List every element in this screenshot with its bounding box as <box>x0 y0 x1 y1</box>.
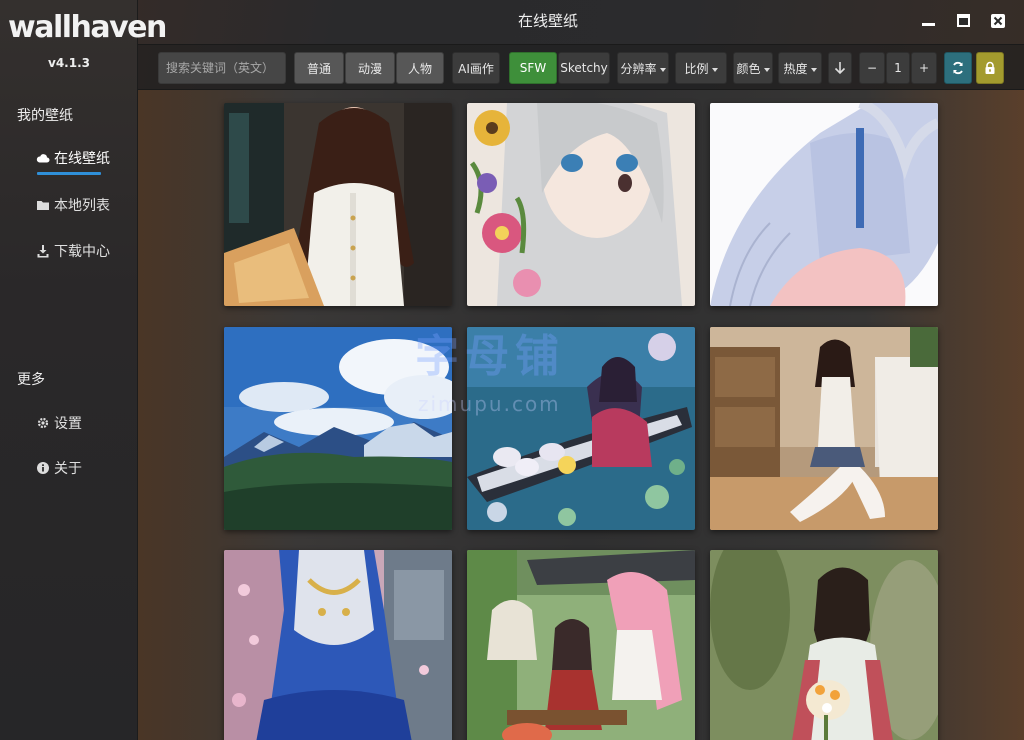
app-logo: wallhaven <box>8 10 167 45</box>
toolbar: 普通 动漫 人物 AI画作 SFW Sketchy 分辨率 比例 颜色 热度 −… <box>138 44 1024 90</box>
window-title: 在线壁纸 <box>517 12 578 30</box>
refresh-icon <box>953 61 963 75</box>
refresh-button[interactable] <box>944 52 972 84</box>
sort-dropdown[interactable]: 热度 <box>778 52 822 84</box>
sidebar-item-label: 本地列表 <box>54 198 110 214</box>
page-decrement-button[interactable]: − <box>859 52 885 84</box>
sort-order-button[interactable] <box>828 52 852 84</box>
arrow-down-icon <box>834 62 846 75</box>
color-label: 颜色 <box>736 61 761 76</box>
purity-sketchy-button[interactable]: Sketchy <box>558 52 610 84</box>
wallpaper-image <box>224 103 452 306</box>
cloud-icon <box>36 154 50 163</box>
page-increment-button[interactable]: + <box>911 52 937 84</box>
minimize-icon[interactable] <box>920 12 938 30</box>
category-general-button[interactable]: 普通 <box>294 52 344 84</box>
wallpaper-image <box>467 103 695 306</box>
search-input[interactable] <box>166 61 284 75</box>
app-version: v4.1.3 <box>48 56 90 70</box>
title-bar: 在线壁纸 <box>138 0 1024 42</box>
folder-icon <box>37 201 49 210</box>
section-title-more: 更多 <box>17 372 45 388</box>
chevron-down-icon <box>810 67 817 72</box>
resolution-dropdown[interactable]: 分辨率 <box>617 52 669 84</box>
sidebar-item-settings[interactable]: 设置 <box>36 411 82 435</box>
category-people-button[interactable]: 人物 <box>396 52 444 84</box>
color-dropdown[interactable]: 颜色 <box>733 52 773 84</box>
wallpaper-thumbnail-5[interactable] <box>467 327 695 530</box>
ai-art-button[interactable]: AI画作 <box>452 52 500 84</box>
purity-sfw-button[interactable]: SFW <box>509 52 557 84</box>
wallpaper-image <box>467 327 695 530</box>
category-anime-button[interactable]: 动漫 <box>345 52 395 84</box>
wallpaper-image <box>710 327 938 530</box>
search-field[interactable] <box>158 52 286 84</box>
wallpaper-thumbnail-6[interactable] <box>710 327 938 530</box>
chevron-down-icon <box>763 67 770 72</box>
sidebar-item-online[interactable]: 在线壁纸 <box>36 146 110 170</box>
wallpaper-thumbnail-7[interactable] <box>224 550 452 740</box>
ratio-label: 比例 <box>684 61 709 76</box>
ratio-dropdown[interactable]: 比例 <box>675 52 727 84</box>
chevron-down-icon <box>711 67 718 72</box>
sidebar-item-about[interactable]: 关于 <box>36 456 82 480</box>
sidebar-item-downloads[interactable]: 下载中心 <box>36 239 110 263</box>
close-icon[interactable] <box>989 12 1007 30</box>
section-title-mine: 我的壁纸 <box>17 108 73 124</box>
active-indicator <box>37 172 101 175</box>
page-number-field[interactable]: 1 <box>886 52 910 84</box>
wallpaper-thumbnail-2[interactable] <box>467 103 695 306</box>
gear-icon <box>37 417 49 429</box>
resolution-label: 分辨率 <box>620 61 657 76</box>
lock-icon <box>985 61 995 74</box>
download-icon <box>37 245 49 258</box>
wallpaper-image <box>710 550 938 740</box>
info-icon <box>37 462 49 474</box>
lock-button[interactable] <box>976 52 1004 84</box>
sidebar: wallhaven v4.1.3 我的壁纸 在线壁纸 本地列表 下载中心 更多 … <box>0 0 167 740</box>
wallpaper-thumbnail-4[interactable] <box>224 327 452 530</box>
wallpaper-image <box>710 103 938 306</box>
maximize-icon[interactable] <box>955 12 973 30</box>
sidebar-item-label: 在线壁纸 <box>54 151 110 167</box>
wallpaper-image <box>224 327 452 530</box>
sidebar-item-label: 下载中心 <box>54 244 110 260</box>
wallpaper-image <box>224 550 452 740</box>
sidebar-item-label: 关于 <box>54 461 82 477</box>
wallpaper-image <box>467 550 695 740</box>
wallpaper-thumbnail-3[interactable] <box>710 103 938 306</box>
sort-label: 热度 <box>783 61 808 76</box>
wallpaper-thumbnail-1[interactable] <box>224 103 452 306</box>
sidebar-item-label: 设置 <box>54 416 82 432</box>
wallpaper-thumbnail-9[interactable] <box>710 550 938 740</box>
sidebar-item-local[interactable]: 本地列表 <box>36 193 110 217</box>
chevron-down-icon <box>659 67 666 72</box>
wallpaper-thumbnail-8[interactable] <box>467 550 695 740</box>
